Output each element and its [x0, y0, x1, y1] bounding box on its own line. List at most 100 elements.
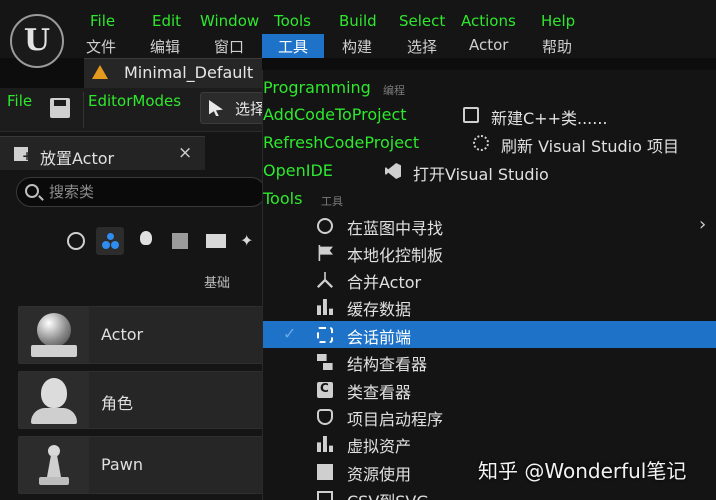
menu-help-zh[interactable]: 帮助 — [542, 36, 572, 57]
select-mode-label: 选择 — [235, 100, 266, 118]
virtual-assets-icon — [317, 436, 333, 452]
merge-actors-item[interactable]: 合并Actor — [263, 266, 716, 293]
recent-category-icon[interactable] — [62, 227, 90, 255]
main-menu-bar: File 文件 Edit 编辑 Window 窗口 Tools 工具 Build… — [0, 0, 716, 60]
visual-studio-icon — [385, 163, 401, 179]
project-launcher-item[interactable]: 项目启动程序 — [263, 403, 716, 430]
add-code-to-project-en: AddCodeToProject — [263, 105, 407, 124]
virtual-assets-label: 虚拟资产 — [347, 437, 412, 456]
cache-statistics-item[interactable]: 缓存数据 — [263, 293, 716, 320]
actor-item-label: Actor — [101, 325, 144, 344]
toolbar-divider — [83, 92, 84, 128]
cinematic-category-icon[interactable] — [202, 227, 230, 255]
class-viewer-icon — [317, 381, 333, 398]
tools-section-header: Tools 工具 — [263, 185, 716, 211]
select-mode-button[interactable]: 选择 — [200, 92, 270, 124]
menu-file-zh[interactable]: 文件 — [86, 36, 116, 57]
lights-category-icon[interactable] — [132, 227, 160, 255]
find-in-blueprints-icon — [317, 218, 333, 234]
cache-statistics-icon — [317, 299, 333, 315]
class-viewer-item[interactable]: 类查看器 — [263, 376, 716, 403]
toolbar-editormodes-label: EditorModes — [88, 92, 182, 110]
basic-category-icon[interactable] — [96, 227, 124, 255]
menu-edit-en: Edit — [152, 12, 182, 30]
menu-select-en: Select — [399, 12, 446, 30]
unreal-editor-window: File 文件 Edit 编辑 Window 窗口 Tools 工具 Build… — [0, 0, 716, 500]
toolbar-file-label: File — [7, 92, 33, 110]
actor-list-item[interactable]: Actor — [18, 306, 268, 364]
menu-select-zh[interactable]: 选择 — [407, 36, 437, 57]
session-frontend-item[interactable]: ✓ 会话前端 — [263, 321, 716, 348]
search-input[interactable] — [49, 181, 249, 203]
level-tab-label: Minimal_Default — [124, 63, 254, 82]
find-in-blueprints-label: 在蓝图中寻找 — [347, 219, 444, 238]
refresh-code-project-zh: 刷新 Visual Studio 项目 — [501, 137, 679, 156]
open-ide-zh: 打开Visual Studio — [413, 165, 549, 184]
place-actors-title: 放置Actor — [40, 149, 115, 168]
menu-window-zh[interactable]: 窗口 — [214, 36, 244, 57]
merge-actors-label: 合并Actor — [347, 273, 422, 292]
localization-dashboard-label: 本地化控制板 — [347, 246, 444, 265]
open-ide-en: OpenIDE — [263, 161, 333, 180]
level-icon — [92, 65, 108, 79]
cache-statistics-label: 缓存数据 — [347, 300, 412, 319]
menu-file-en: File — [90, 12, 116, 30]
category-label: 基础 — [204, 276, 231, 291]
menu-actions-zh[interactable]: Actor — [469, 36, 508, 54]
csv-to-svg-item[interactable]: CSV到SVG — [263, 485, 716, 500]
project-launcher-icon — [317, 409, 333, 425]
save-icon[interactable] — [50, 98, 70, 118]
menu-actions-en: Actions — [461, 12, 516, 30]
resource-usage-label: 资源使用 — [347, 465, 412, 484]
struct-viewer-item[interactable]: 结构查看器 — [263, 348, 716, 375]
character-item-label: 角色 — [101, 394, 134, 413]
localization-dashboard-item[interactable]: 本地化控制板 — [263, 239, 716, 266]
tools-section-en: Tools — [263, 189, 303, 208]
cursor-arrow-icon — [209, 100, 223, 116]
actor-thumbnail-icon — [19, 307, 89, 363]
shapes-category-icon[interactable] — [166, 227, 194, 255]
checkmark-icon: ✓ — [283, 324, 297, 343]
level-tab[interactable]: Minimal_Default — [84, 58, 262, 88]
menu-window-en: Window — [200, 12, 260, 30]
refresh-project-icon — [473, 135, 489, 151]
open-ide-item[interactable]: OpenIDE 打开Visual Studio — [263, 157, 716, 185]
visual-effects-category-icon[interactable]: ✦ — [236, 227, 264, 255]
pawn-list-item[interactable]: Pawn — [18, 436, 268, 494]
add-code-to-project-zh: 新建C++类...... — [491, 109, 608, 128]
character-thumbnail-icon — [19, 372, 89, 428]
tools-dropdown-menu: Programming 编程 AddCodeToProject 新建C++类..… — [262, 70, 716, 500]
struct-viewer-icon — [317, 354, 333, 370]
chevron-right-icon: › — [699, 214, 707, 235]
character-list-item[interactable]: 角色 — [18, 371, 268, 429]
programming-section-en: Programming — [263, 78, 371, 97]
menu-help-en: Help — [541, 12, 576, 30]
menu-build-zh[interactable]: 构建 — [342, 36, 372, 57]
programming-section-zh: 编程 — [383, 84, 405, 97]
place-actors-tab[interactable]: 放置Actor × — [0, 136, 205, 170]
csv-to-svg-icon — [317, 491, 333, 500]
refresh-code-project-en: RefreshCodeProject — [263, 133, 420, 152]
search-box[interactable] — [16, 177, 266, 207]
add-class-icon — [463, 107, 479, 123]
watermark: 知乎 @Wonderful笔记 — [478, 459, 687, 483]
refresh-code-project-item[interactable]: RefreshCodeProject 刷新 Visual Studio 项目 — [263, 129, 716, 157]
session-frontend-icon — [317, 327, 333, 343]
tools-section-zh: 工具 — [321, 195, 343, 208]
place-actors-panel: 放置Actor × ✦ 基础 Actor — [0, 132, 268, 500]
find-in-blueprints-item[interactable]: 在蓝图中寻找 › — [263, 212, 716, 239]
menu-tools-en: Tools — [274, 12, 311, 30]
main-toolbar: File EditorModes 选择 — [0, 88, 270, 132]
menu-tools-zh[interactable]: 工具 — [262, 34, 325, 60]
category-tabs: ✦ — [60, 227, 262, 257]
add-code-to-project-item[interactable]: AddCodeToProject 新建C++类...... — [263, 101, 716, 129]
merge-actors-icon — [317, 272, 333, 288]
menu-edit-zh[interactable]: 编辑 — [150, 36, 180, 57]
search-icon — [25, 184, 39, 198]
virtual-assets-item[interactable]: 虚拟资产 — [263, 430, 716, 457]
resource-usage-icon — [317, 464, 333, 480]
close-icon[interactable]: × — [178, 143, 192, 163]
session-frontend-label: 会话前端 — [347, 328, 412, 347]
unreal-logo-icon: U — [10, 14, 64, 68]
project-launcher-label: 项目启动程序 — [347, 410, 444, 429]
